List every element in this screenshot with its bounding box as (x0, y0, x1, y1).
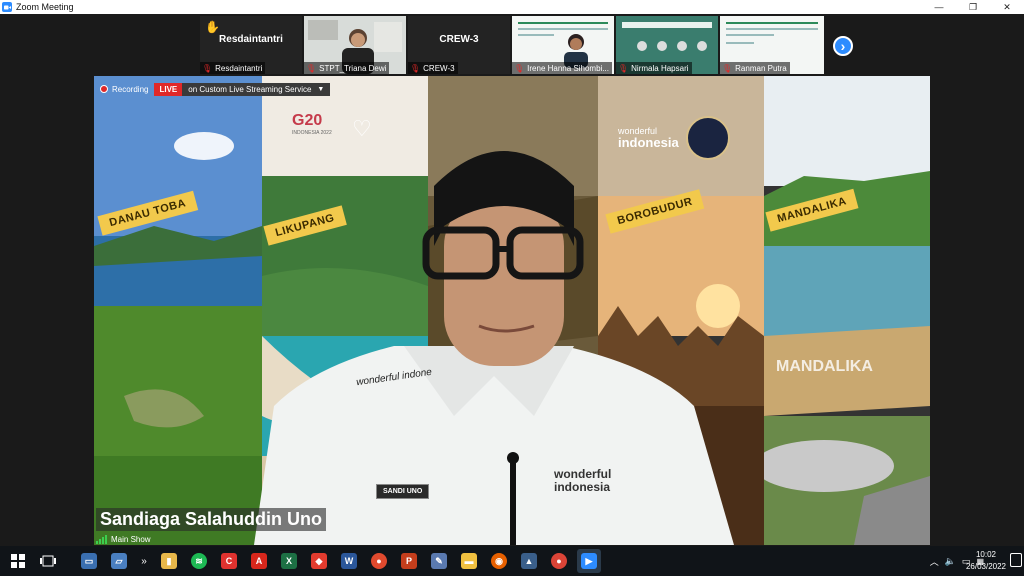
muted-mic-icon: 🎙 (306, 63, 317, 73)
raised-hand-icon: ✋ (205, 20, 220, 34)
participant-name-row: 🎙 STPT_Triana Dewi (304, 62, 390, 74)
muted-mic-icon: 🎙 (410, 63, 421, 73)
main-video-stage: DANAU TOBA G20 INDONESIA 2022 ♡ LIKUPANG (94, 76, 930, 545)
notification-center-icon[interactable] (1010, 553, 1022, 567)
task-view-icon[interactable] (36, 549, 60, 573)
live-badge: LIVE (154, 82, 183, 96)
photos-icon[interactable]: ▲ (517, 549, 541, 573)
taskbar-clock[interactable]: 10:02 26/03/2022 (966, 549, 1006, 573)
powerpoint-icon[interactable]: P (397, 549, 421, 573)
participant-tile[interactable]: 🎙 Ranman Putra (720, 16, 824, 74)
anydesk-icon[interactable]: ◆ (307, 549, 331, 573)
participant-name: Resdaintantri (215, 63, 263, 73)
view-label-row: Main Show (96, 535, 151, 544)
tray-chevron-up-icon[interactable]: ︿ (930, 555, 939, 568)
spotify-icon[interactable]: ≋ (187, 549, 211, 573)
recording-icon (100, 85, 108, 93)
muted-mic-icon: 🎙 (722, 63, 733, 73)
zoom-app-icon (2, 2, 12, 12)
participant-tile[interactable]: 🎙 STPT_Triana Dewi (304, 16, 406, 74)
speaker-name-tag: SANDI UNO (376, 484, 430, 499)
participant-name-row: 🎙 Ranman Putra (720, 62, 790, 74)
muted-mic-icon: 🎙 (618, 63, 629, 73)
clock-time: 10:02 (975, 550, 996, 559)
volume-icon[interactable]: 🔈 (945, 556, 956, 567)
shirt-logo: wonderful indonesia (554, 467, 612, 494)
participant-tile[interactable]: 🎙 Irene Hanna Sihombi... (512, 16, 614, 74)
participant-tile[interactable]: 🎙 Nirmala Hapsari (616, 16, 718, 74)
overflow-chevron-icon[interactable]: » (137, 549, 151, 573)
window-titlebar: Zoom Meeting — ❐ ✕ (0, 0, 1024, 14)
minimize-button[interactable]: — (922, 0, 956, 14)
muted-mic-icon: 🎙 (514, 63, 525, 73)
next-participants-button[interactable]: › (833, 36, 853, 56)
participant-name: Irene Hanna Sihombi... (527, 63, 609, 73)
computer-icon[interactable]: ▭ (77, 549, 101, 573)
chrome-icon[interactable]: ● (547, 549, 571, 573)
windows-taskbar: ▭ ▱ » ▮ ≋ C A X ◆ W ● P ✎ ▬ ◉ ▲ ● ▶ ︿ 🔈 … (0, 546, 1024, 576)
restore-button[interactable]: ❐ (956, 0, 990, 14)
participant-name-row: 🎙 Irene Hanna Sihombi... (512, 62, 612, 74)
firefox-icon[interactable]: ◉ (487, 549, 511, 573)
windows-start-icon[interactable] (6, 549, 30, 573)
participant-tile[interactable]: ✋ Resdaintantri 🎙 Resdaintantri (200, 16, 302, 74)
participant-tile[interactable]: CREW-3 🎙 CREW-3 (408, 16, 510, 74)
participant-name: Ranman Putra (735, 63, 787, 73)
participant-name-row: 🎙 Nirmala Hapsari (616, 62, 692, 74)
chevron-down-icon: ▼ (317, 85, 325, 93)
live-streaming-dropdown[interactable]: on Custom Live Streaming Service ▼ (182, 82, 331, 96)
active-speaker-name: Sandiaga Salahuddin Uno (96, 508, 327, 531)
folder-cloud-icon[interactable]: ▮ (157, 549, 181, 573)
speaker-video (254, 151, 734, 545)
participant-name-row: 🎙 Resdaintantri (200, 62, 266, 74)
participant-strip: ✋ Resdaintantri 🎙 Resdaintantri 🎙 STPT_T… (0, 14, 1024, 76)
record-app-icon[interactable]: ● (367, 549, 391, 573)
capcut-icon[interactable]: C (217, 549, 241, 573)
word-icon[interactable]: W (337, 549, 361, 573)
recording-bar: Recording LIVE on Custom Live Streaming … (100, 82, 331, 96)
clock-date: 26/03/2022 (965, 562, 1006, 571)
close-button[interactable]: ✕ (990, 0, 1024, 14)
view-label: Main Show (111, 535, 151, 544)
participant-display-name: CREW-3 (439, 34, 479, 45)
participant-name-row: 🎙 CREW-3 (408, 62, 458, 74)
paint-icon[interactable]: ✎ (427, 549, 451, 573)
live-streaming-label: on Custom Live Streaming Service (188, 84, 312, 94)
participant-name: CREW-3 (423, 63, 455, 73)
zoom-taskbar-icon[interactable]: ▶ (577, 549, 601, 573)
window-title: Zoom Meeting (16, 2, 74, 12)
recording-label: Recording (112, 84, 149, 94)
laptop-icon[interactable]: ▱ (107, 549, 131, 573)
participant-name: Nirmala Hapsari (631, 63, 689, 73)
muted-mic-icon: 🎙 (202, 63, 213, 73)
acrobat-icon[interactable]: A (247, 549, 271, 573)
participant-name: STPT_Triana Dewi (319, 63, 387, 73)
signal-strength-icon (96, 535, 108, 544)
participant-display-name: Resdaintantri (219, 34, 283, 45)
excel-icon[interactable]: X (277, 549, 301, 573)
file-explorer-icon[interactable]: ▬ (457, 549, 481, 573)
